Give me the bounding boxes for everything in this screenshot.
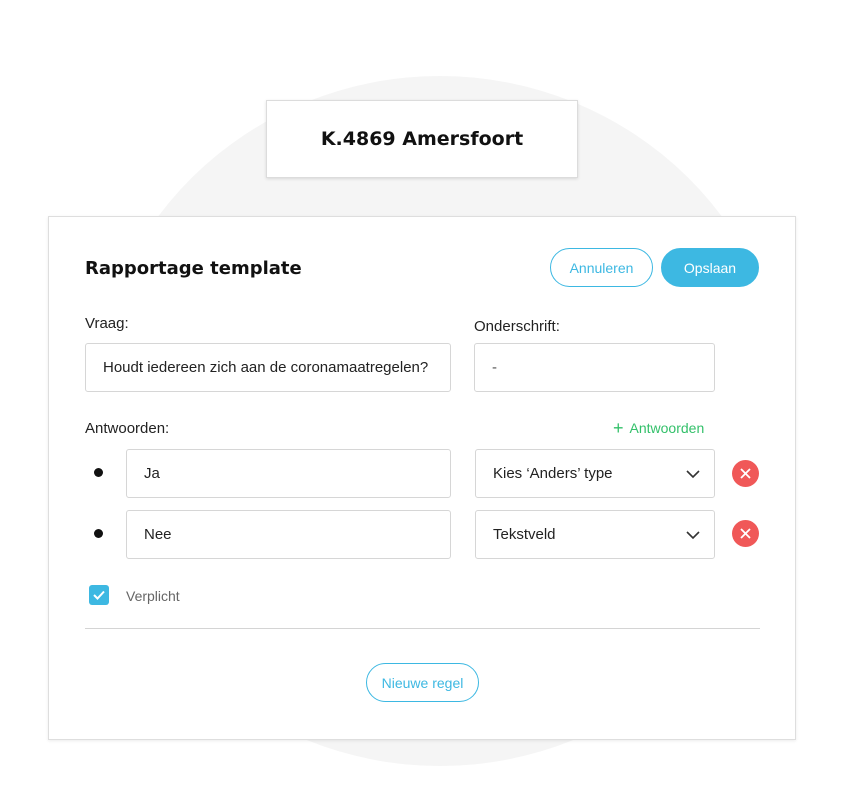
check-icon [93, 590, 105, 600]
divider [85, 628, 760, 629]
question-input[interactable]: Houdt iedereen zich aan de coronamaatreg… [85, 343, 451, 392]
add-answer-label: Antwoorden [629, 420, 705, 436]
answer-value: Ja [144, 465, 160, 482]
question-value: Houdt iedereen zich aan de coronamaatreg… [103, 359, 429, 376]
answer-input[interactable]: Ja [126, 449, 451, 498]
answer-type-value: Kies ‘Anders’ type [493, 465, 613, 482]
cancel-button[interactable]: Annuleren [550, 248, 653, 287]
required-label: Verplicht [126, 588, 180, 604]
required-checkbox[interactable] [89, 585, 109, 605]
location-title: K.4869 Amersfoort [320, 128, 524, 150]
bullet-icon [94, 529, 103, 538]
bullet-icon [94, 468, 103, 477]
close-icon [740, 468, 751, 479]
chevron-down-icon [686, 530, 700, 540]
question-label: Vraag: [85, 315, 129, 332]
remove-answer-button[interactable] [732, 520, 759, 547]
answer-type-value: Tekstveld [493, 526, 556, 543]
panel-title: Rapportage template [85, 258, 302, 279]
answer-value: Nee [144, 526, 172, 543]
chevron-down-icon [686, 469, 700, 479]
report-template-panel: Rapportage template Annuleren Opslaan Vr… [48, 216, 796, 740]
remove-answer-button[interactable] [732, 460, 759, 487]
caption-value: - [492, 359, 497, 376]
plus-icon: + [613, 418, 624, 438]
caption-input[interactable]: - [474, 343, 715, 392]
close-icon [740, 528, 751, 539]
add-answer-button[interactable]: + Antwoorden [613, 418, 705, 438]
answer-input[interactable]: Nee [126, 510, 451, 559]
location-card: K.4869 Amersfoort [266, 100, 578, 178]
caption-label: Onderschrift: [474, 318, 560, 335]
save-button[interactable]: Opslaan [661, 248, 759, 287]
answer-type-select[interactable]: Kies ‘Anders’ type [475, 449, 715, 498]
new-row-button[interactable]: Nieuwe regel [366, 663, 479, 702]
answer-type-select[interactable]: Tekstveld [475, 510, 715, 559]
answers-label: Antwoorden: [85, 420, 170, 437]
